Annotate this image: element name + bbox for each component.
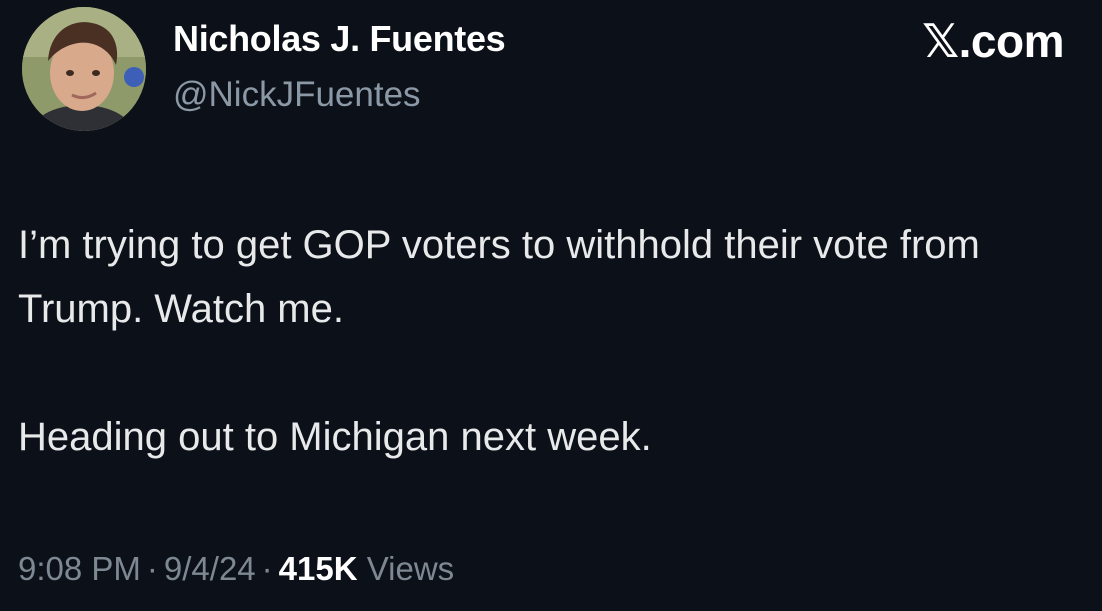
- author-display-name[interactable]: Nicholas J. Fuentes: [173, 18, 506, 60]
- avatar[interactable]: [22, 7, 146, 131]
- tweet-text: I’m trying to get GOP voters to withhold…: [18, 213, 1078, 469]
- tweet-paragraph-1: I’m trying to get GOP voters to withhold…: [18, 223, 980, 331]
- tweet-card: Nicholas J. Fuentes @NickJFuentes 𝕏 .com…: [0, 0, 1102, 611]
- author-handle[interactable]: @NickJFuentes: [173, 75, 421, 115]
- tweet-time[interactable]: 9:08 PM: [18, 550, 141, 587]
- tweet-date[interactable]: 9/4/24: [164, 550, 256, 587]
- views-count[interactable]: 415K: [279, 550, 358, 587]
- x-logo-icon: 𝕏: [922, 14, 959, 68]
- meta-separator: ·: [146, 550, 158, 587]
- tweet-meta: 9:08 PM · 9/4/24 · 415K Views: [18, 550, 454, 588]
- brand-label: .com: [958, 15, 1065, 67]
- tweet-paragraph-2: Heading out to Michigan next week.: [18, 415, 652, 459]
- x-com-logo: 𝕏 .com: [922, 14, 1064, 68]
- profile-photo-icon: [22, 7, 146, 131]
- views-label: Views: [366, 550, 455, 587]
- meta-separator: ·: [261, 550, 273, 587]
